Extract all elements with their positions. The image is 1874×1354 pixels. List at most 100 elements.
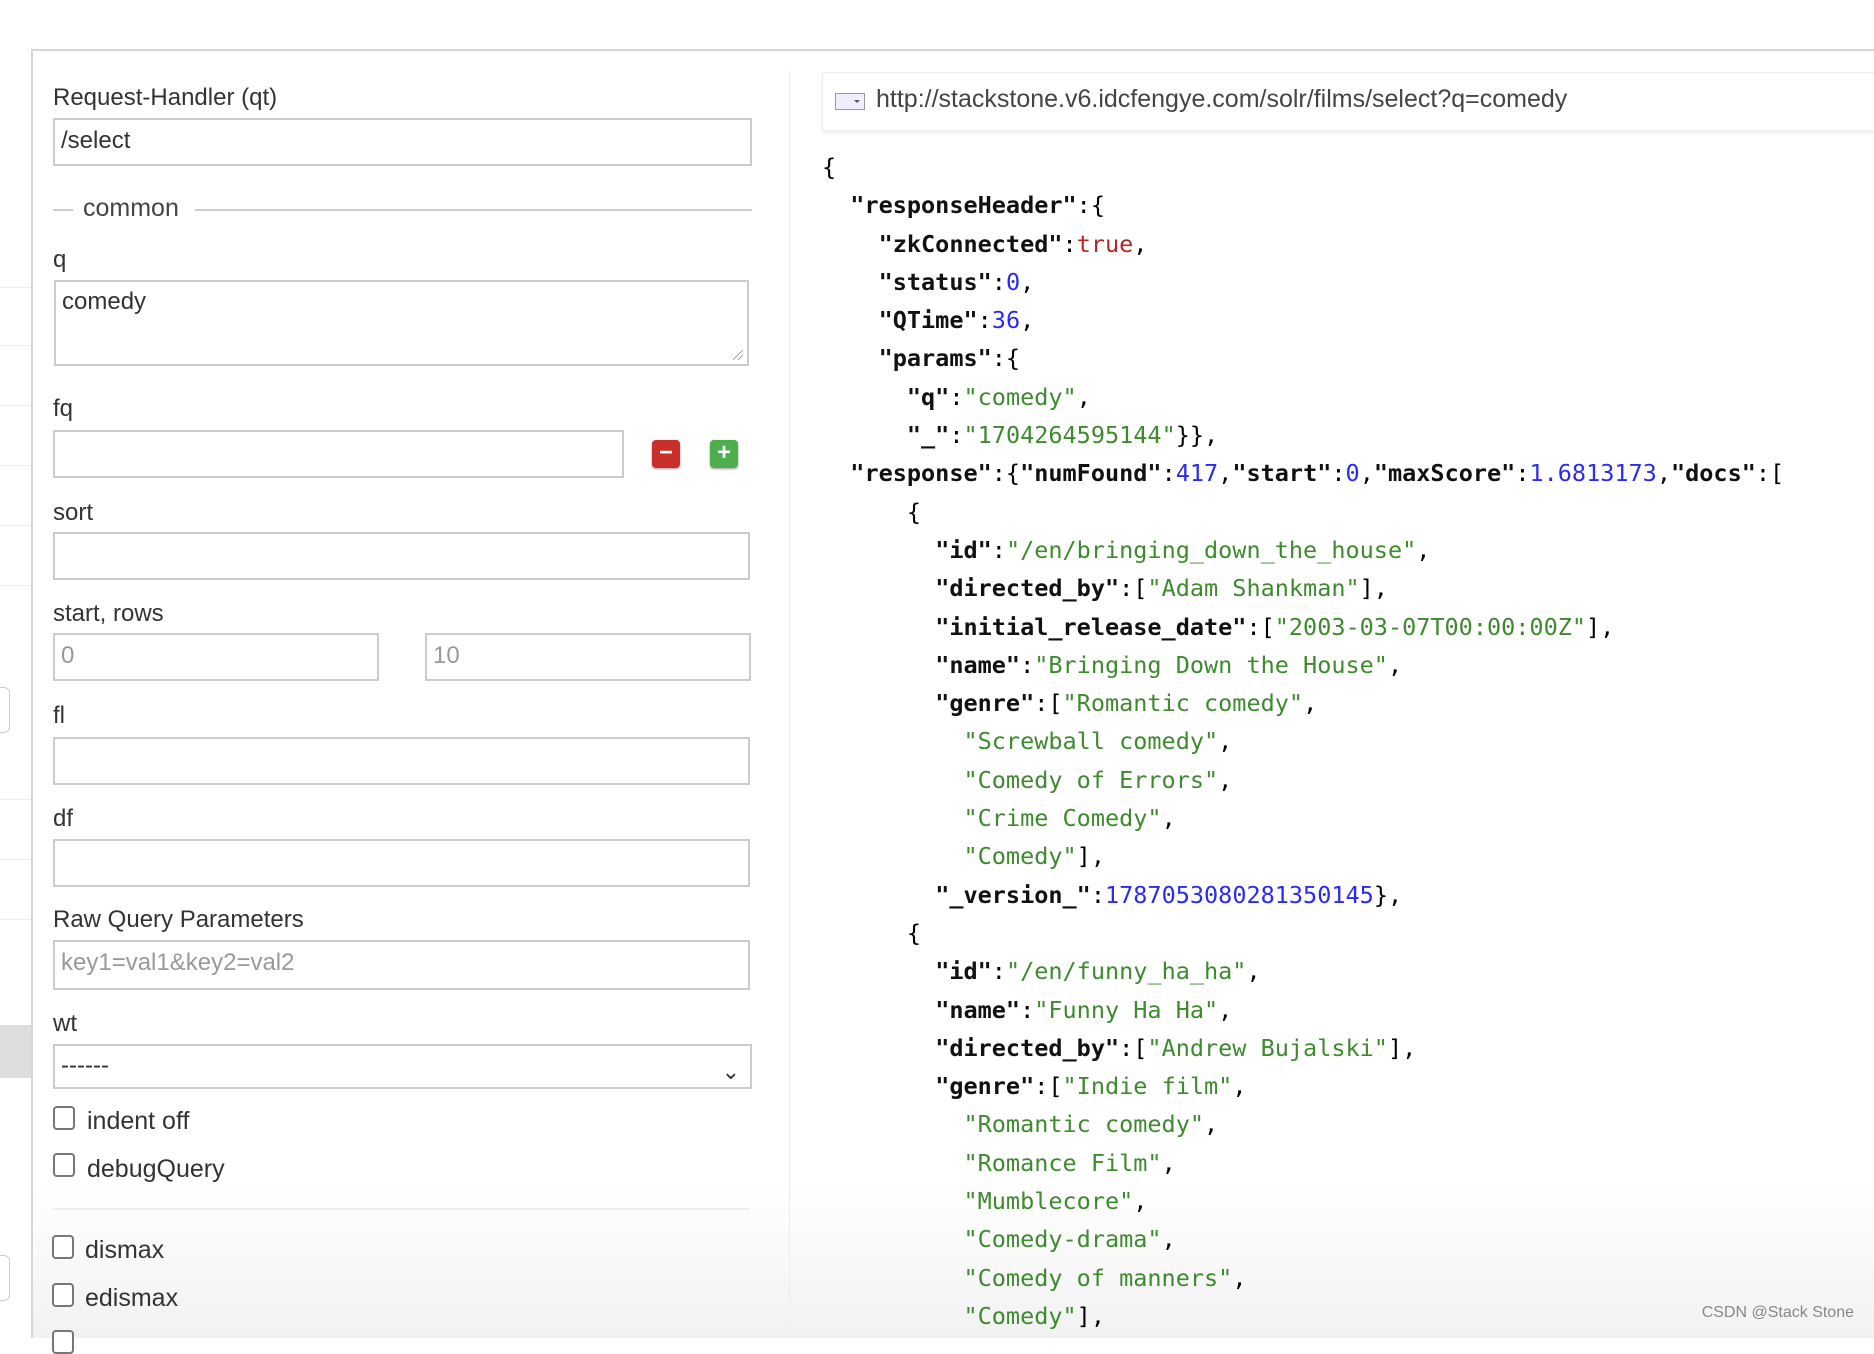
fl-label: fl bbox=[53, 702, 65, 729]
json-string: "Crime Comedy" bbox=[963, 804, 1162, 833]
json-punctuation: ], bbox=[1586, 612, 1615, 641]
json-punctuation: :{ bbox=[991, 459, 1021, 488]
json-key: "response" bbox=[850, 459, 992, 488]
json-punctuation: ], bbox=[1076, 1301, 1105, 1330]
json-punctuation bbox=[822, 1225, 963, 1253]
json-line: "Comedy-drama", bbox=[822, 1220, 1784, 1258]
json-key: "_version_" bbox=[935, 880, 1091, 909]
json-line: "genre":["Romantic comedy", bbox=[822, 684, 1784, 722]
json-string: "Romance Film" bbox=[963, 1148, 1162, 1177]
dismax-label: dismax bbox=[85, 1236, 165, 1264]
json-line: "Comedy of manners", bbox=[822, 1259, 1784, 1297]
json-line: "QTime":36, bbox=[822, 301, 1784, 339]
json-string: "Comedy" bbox=[963, 842, 1077, 871]
json-punctuation: :{ bbox=[991, 344, 1021, 373]
json-string: "Comedy" bbox=[963, 1301, 1077, 1330]
sidebar-item[interactable] bbox=[0, 687, 10, 733]
result-url-link[interactable]: http://stackstone.v6.idcfengye.com/solr/… bbox=[876, 85, 1567, 114]
json-punctuation bbox=[822, 1110, 963, 1138]
json-number: 1.6813173 bbox=[1529, 459, 1657, 488]
json-punctuation: , bbox=[1133, 229, 1148, 258]
json-punctuation bbox=[822, 727, 963, 755]
json-key: "initial_release_date" bbox=[935, 612, 1247, 641]
wt-label: wt bbox=[53, 1010, 77, 1037]
sidebar-divider bbox=[0, 859, 31, 860]
json-punctuation bbox=[822, 268, 879, 296]
sidebar-item-selected[interactable] bbox=[0, 1025, 31, 1078]
json-punctuation bbox=[822, 306, 879, 334]
json-number: 36 bbox=[991, 306, 1021, 335]
wt-selected: ------ bbox=[61, 1052, 109, 1079]
request-handler-label: Request-Handler (qt) bbox=[53, 84, 278, 111]
json-punctuation: , bbox=[1303, 689, 1318, 718]
json-line: { bbox=[822, 148, 1784, 186]
minus-icon: − bbox=[658, 439, 673, 466]
json-punctuation: : bbox=[991, 267, 1006, 296]
json-punctuation: : bbox=[1161, 459, 1176, 488]
json-punctuation bbox=[822, 804, 963, 832]
json-string: "Romantic comedy" bbox=[963, 1110, 1205, 1139]
json-string: "/en/funny_ha_ha" bbox=[1005, 957, 1247, 986]
sort-input[interactable] bbox=[53, 532, 750, 580]
json-punctuation: , bbox=[1656, 459, 1671, 488]
json-punctuation: ], bbox=[1076, 842, 1105, 871]
json-punctuation: :{ bbox=[1076, 191, 1105, 220]
sidebar-divider bbox=[0, 405, 31, 406]
json-string: "Andrew Bujalski" bbox=[1147, 1033, 1388, 1062]
json-punctuation: ], bbox=[1387, 1033, 1417, 1062]
json-punctuation bbox=[822, 230, 879, 258]
json-punctuation: , bbox=[1204, 1110, 1219, 1139]
json-punctuation: , bbox=[1387, 650, 1403, 679]
json-punctuation bbox=[822, 957, 935, 985]
json-string: "Romantic comedy" bbox=[1062, 689, 1304, 718]
edismax-checkbox[interactable] bbox=[52, 1283, 74, 1307]
checkbox[interactable] bbox=[52, 1330, 74, 1354]
json-key: "name" bbox=[935, 650, 1021, 679]
json-line: "name":"Funny Ha Ha", bbox=[822, 991, 1784, 1029]
start-input[interactable]: 0 bbox=[53, 633, 379, 681]
debug-query-checkbox[interactable] bbox=[53, 1153, 75, 1177]
json-punctuation bbox=[822, 1072, 935, 1100]
json-punctuation bbox=[822, 689, 935, 717]
json-line: { bbox=[822, 493, 1784, 531]
json-punctuation: ], bbox=[1359, 574, 1388, 603]
rows-input[interactable]: 10 bbox=[425, 633, 751, 681]
request-handler-input[interactable]: /select bbox=[53, 118, 752, 166]
sidebar-item[interactable] bbox=[0, 1255, 10, 1301]
json-line: "Mumblecore", bbox=[822, 1182, 1784, 1220]
json-punctuation bbox=[822, 1187, 963, 1215]
json-line: "q":"comedy", bbox=[822, 378, 1784, 416]
json-punctuation bbox=[822, 459, 850, 487]
json-punctuation bbox=[822, 421, 907, 449]
json-line: "Romantic comedy", bbox=[822, 1105, 1784, 1143]
df-input[interactable] bbox=[53, 839, 750, 887]
json-key: "QTime" bbox=[878, 306, 978, 335]
dismax-checkbox[interactable] bbox=[52, 1235, 74, 1259]
json-punctuation: { bbox=[822, 918, 922, 947]
add-fq-button[interactable]: + bbox=[710, 440, 738, 468]
json-punctuation: , bbox=[1020, 267, 1035, 296]
json-line: "Comedy"], bbox=[822, 837, 1784, 875]
json-line: "Romance Film", bbox=[822, 1144, 1784, 1182]
raw-params-input[interactable]: key1=val1&key2=val2 bbox=[53, 940, 750, 990]
json-key: "maxScore" bbox=[1373, 459, 1516, 488]
sidebar-divider bbox=[0, 525, 31, 526]
json-number: 0 bbox=[1345, 459, 1360, 488]
indent-off-checkbox[interactable] bbox=[53, 1106, 75, 1130]
q-value: comedy bbox=[62, 288, 147, 315]
q-textarea[interactable]: comedy bbox=[54, 280, 749, 366]
resize-handle-icon[interactable] bbox=[733, 350, 743, 360]
fl-input[interactable] bbox=[53, 737, 750, 785]
remove-fq-button[interactable]: − bbox=[652, 440, 680, 468]
json-punctuation: { bbox=[822, 497, 922, 526]
json-punctuation: :[ bbox=[1119, 1033, 1148, 1062]
wt-select[interactable]: ------ ⌄ bbox=[53, 1044, 752, 1089]
json-line: "id":"/en/bringing_down_the_house", bbox=[822, 531, 1784, 569]
json-number: 0 bbox=[1005, 267, 1021, 296]
edismax-label: edismax bbox=[85, 1284, 179, 1312]
sidebar-divider bbox=[0, 919, 31, 920]
json-punctuation: , bbox=[1161, 1148, 1176, 1177]
sort-label: sort bbox=[53, 499, 94, 526]
fq-input[interactable] bbox=[53, 430, 624, 478]
json-key: "directed_by" bbox=[935, 574, 1120, 603]
